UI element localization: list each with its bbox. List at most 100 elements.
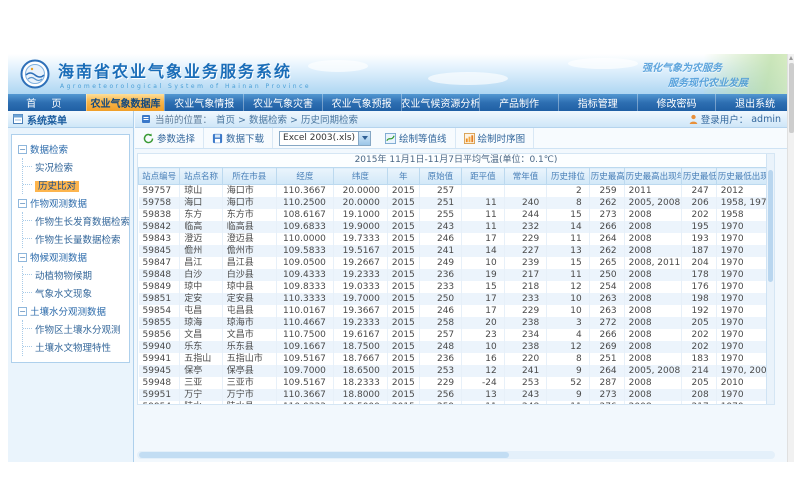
tree-item-0-1[interactable]: 历史比对 bbox=[23, 176, 129, 194]
table-cell: 108.6167 bbox=[276, 209, 333, 221]
breadcrumb[interactable]: 首页 > 数据检索 > 历史同期检索 bbox=[216, 112, 358, 126]
table-cell: 198 bbox=[681, 293, 716, 305]
table-cell: 59758 bbox=[139, 197, 180, 209]
table-row: 59845儋州儋州市109.583319.5167201524114227132… bbox=[139, 245, 774, 257]
main-panel: 当前的位置： 首页 > 数据检索 > 历史同期检索 登录用户：admin bbox=[135, 111, 787, 462]
collapse-icon[interactable]: − bbox=[18, 145, 27, 154]
header-slogan: 强化气象为农服务 服务现代农业发展 bbox=[642, 59, 748, 89]
table-cell: 16 bbox=[462, 353, 505, 365]
horizontal-scrollbar[interactable] bbox=[137, 451, 775, 459]
nav-item-2[interactable]: 农业气象情报 bbox=[164, 94, 243, 111]
table-cell: 233 bbox=[419, 281, 462, 293]
table-row: 59851定安定安县110.333319.7000201525017233102… bbox=[139, 293, 774, 305]
table-cell: 110.3667 bbox=[276, 389, 333, 401]
table-cell: 178 bbox=[681, 269, 716, 281]
collapse-icon[interactable]: − bbox=[18, 307, 27, 316]
page-scrollbar[interactable] bbox=[787, 54, 794, 462]
page-scrollbar-thumb[interactable] bbox=[789, 63, 794, 133]
table-cell: 19.2333 bbox=[333, 317, 387, 329]
tree-item-2-0[interactable]: 动植物物候期 bbox=[23, 266, 129, 284]
column-header: 站点编号 bbox=[139, 168, 180, 185]
data-download-button[interactable]: 数据下载 bbox=[204, 128, 273, 148]
format-select[interactable]: Excel 2003(.xls) bbox=[279, 131, 371, 146]
table-cell: 陵水 bbox=[180, 401, 223, 405]
table-cell: 琼中 bbox=[180, 281, 223, 293]
table-cell: 2008 bbox=[624, 281, 681, 293]
table-cell: 2010 bbox=[716, 377, 773, 389]
table-cell: 109.8333 bbox=[276, 281, 333, 293]
table-cell: 11 bbox=[462, 401, 505, 405]
param-select-button[interactable]: 参数选择 bbox=[135, 128, 204, 148]
column-header: 经度 bbox=[276, 168, 333, 185]
tree-node-0[interactable]: −数据检索 bbox=[12, 140, 129, 158]
table-cell: 214 bbox=[681, 365, 716, 377]
tree-item-1-0[interactable]: 作物生长发育数据检索 bbox=[23, 212, 129, 230]
table-cell: 定安 bbox=[180, 293, 223, 305]
nav-item-3[interactable]: 农业气象灾害 bbox=[243, 94, 322, 111]
nav-item-9[interactable]: 退出系统 bbox=[715, 94, 794, 111]
table-cell: 1970, 2000 bbox=[716, 365, 773, 377]
column-header: 历史最低 bbox=[681, 168, 716, 185]
scroll-up-icon[interactable] bbox=[789, 56, 793, 60]
nav-item-5[interactable]: 农业气候资源分析 bbox=[401, 94, 480, 111]
table-cell: 110.0167 bbox=[276, 305, 333, 317]
table-cell: 59843 bbox=[139, 233, 180, 245]
table-row: 59941五指山五指山市109.516718.76672015236162208… bbox=[139, 353, 774, 365]
table-cell: 8 bbox=[547, 197, 590, 209]
table-cell: 241 bbox=[419, 245, 462, 257]
chevron-down-icon[interactable] bbox=[358, 132, 370, 145]
table-cell: 110.4667 bbox=[276, 317, 333, 329]
table-cell: 238 bbox=[504, 341, 547, 353]
table-cell: 2008 bbox=[624, 233, 681, 245]
tree-node-3[interactable]: −土壤水分观测数据 bbox=[12, 302, 129, 320]
table-cell: 海口市 bbox=[222, 197, 276, 209]
table-cell: 59945 bbox=[139, 365, 180, 377]
tree-item-2-1[interactable]: 气象水文现象 bbox=[23, 284, 129, 302]
table-cell: 109.5167 bbox=[276, 377, 333, 389]
table-scrollbar-thumb[interactable] bbox=[768, 170, 773, 282]
table-row: 59951万宁万宁市110.366718.8000201525613243927… bbox=[139, 389, 774, 401]
nav-item-6[interactable]: 产品制作 bbox=[479, 94, 558, 111]
draw-timeseries-button[interactable]: 绘制时序图 bbox=[456, 128, 535, 148]
nav-item-7[interactable]: 指标管理 bbox=[558, 94, 637, 111]
table-cell: 220 bbox=[504, 353, 547, 365]
login-user-label: 登录用户： bbox=[701, 112, 749, 126]
table-cell: 204 bbox=[681, 257, 716, 269]
table-cell: 海口市 bbox=[222, 185, 276, 198]
table-cell: 187 bbox=[681, 245, 716, 257]
table-cell: 195 bbox=[681, 221, 716, 233]
nav-item-0[interactable]: 首 页 bbox=[8, 94, 86, 111]
table-cell: 屯昌 bbox=[180, 305, 223, 317]
tree-item-0-0[interactable]: 实况检索 bbox=[23, 158, 129, 176]
nav-item-8[interactable]: 修改密码 bbox=[637, 94, 716, 111]
table-cell: 233 bbox=[504, 293, 547, 305]
nav-item-4[interactable]: 农业气象预报 bbox=[322, 94, 401, 111]
collapse-icon[interactable]: − bbox=[18, 253, 27, 262]
column-header: 原始值 bbox=[419, 168, 462, 185]
tree-item-3-0[interactable]: 作物区土壤水分观测 bbox=[23, 320, 129, 338]
table-cell: 2015 bbox=[387, 389, 419, 401]
nav-item-1[interactable]: 农业气象数据库 bbox=[86, 94, 165, 111]
table-cell: 2008, 2011 bbox=[624, 257, 681, 269]
table-cell bbox=[462, 185, 505, 198]
table-cell: 定安县 bbox=[222, 293, 276, 305]
tree-item-1-1[interactable]: 作物生长量数据检索 bbox=[23, 230, 129, 248]
table-cell: 12 bbox=[547, 281, 590, 293]
table-cell: 243 bbox=[419, 221, 462, 233]
table-cell: 昌江 bbox=[180, 257, 223, 269]
table-cell: 19.7333 bbox=[333, 233, 387, 245]
table-cell: 2008 bbox=[624, 209, 681, 221]
collapse-icon[interactable]: − bbox=[18, 199, 27, 208]
tree-item-3-1[interactable]: 土壤水文物理特性 bbox=[23, 338, 129, 356]
table-scrollbar[interactable] bbox=[766, 154, 774, 404]
table-cell: 1970 bbox=[716, 317, 773, 329]
table-row: 59848白沙白沙县109.433319.2333201523619217112… bbox=[139, 269, 774, 281]
table-body: 59757琼山海口市110.366720.0000201525722592011… bbox=[139, 185, 774, 406]
table-cell: 248 bbox=[419, 341, 462, 353]
draw-contour-button[interactable]: 绘制等值线 bbox=[377, 128, 456, 148]
tree-node-1[interactable]: −作物观测数据 bbox=[12, 194, 129, 212]
table-cell: 五指山 bbox=[180, 353, 223, 365]
table-cell: 2008 bbox=[624, 305, 681, 317]
horizontal-scrollbar-thumb[interactable] bbox=[139, 452, 509, 458]
tree-node-2[interactable]: −物候观测数据 bbox=[12, 248, 129, 266]
